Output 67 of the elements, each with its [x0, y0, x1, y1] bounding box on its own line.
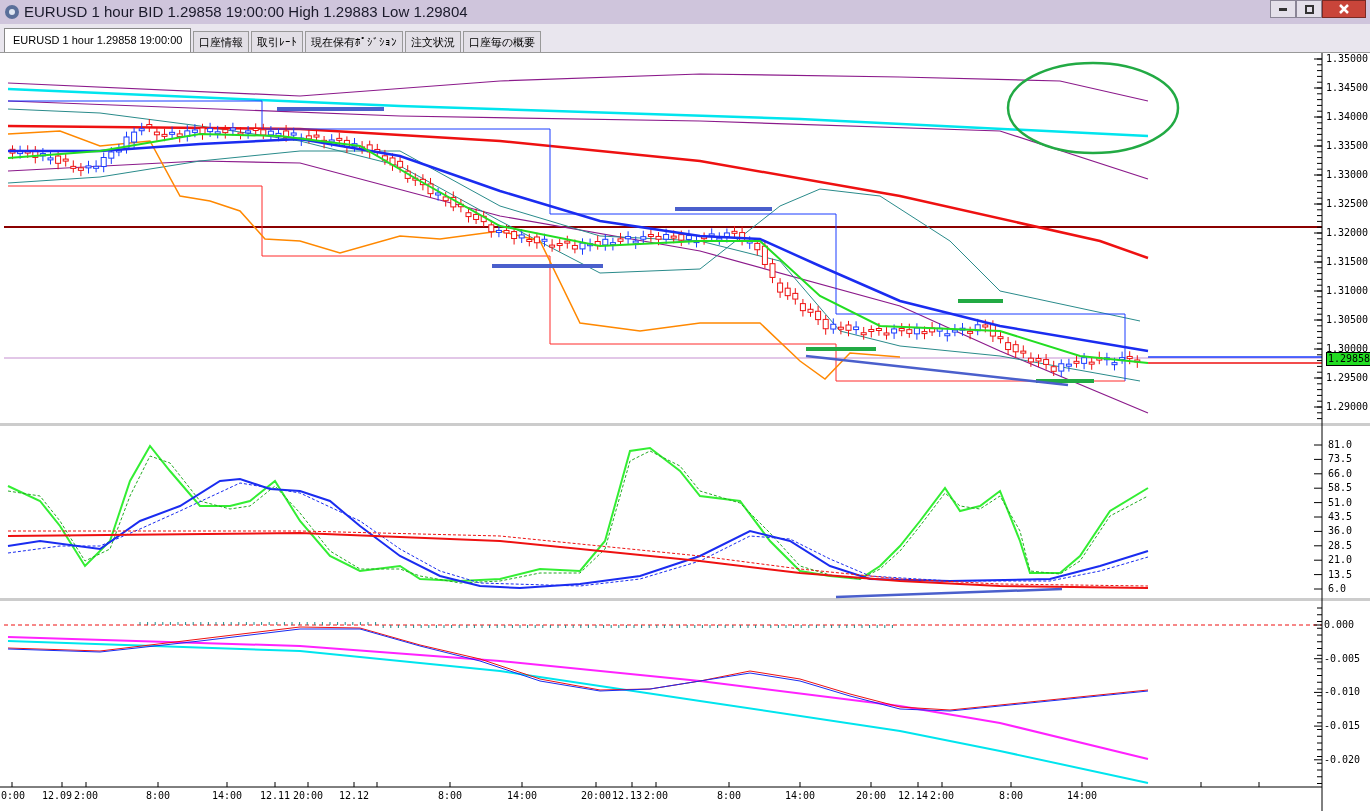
price-label: 1.30500	[1326, 314, 1369, 326]
price-label: 1.33000	[1326, 169, 1369, 181]
tab[interactable]: 注文状況	[405, 31, 462, 52]
time-label: 14:00	[784, 790, 816, 802]
price-label: 1.31000	[1326, 285, 1369, 297]
time-label: 2:00	[644, 790, 669, 802]
time-label: 14:00	[506, 790, 538, 802]
macd-label: -0.005	[1324, 652, 1361, 665]
time-label: 20:00	[580, 790, 612, 802]
restore-icon	[1304, 4, 1314, 14]
close-icon	[1339, 4, 1349, 14]
time-label: 14:00	[1066, 790, 1098, 802]
minimize-icon	[1279, 7, 1287, 11]
window-title: EURUSD 1 hour BID 1.29858 19:00:00 High 1.29883 Low 1.29804	[24, 1, 468, 22]
time-label: 20:00	[292, 790, 324, 802]
app-logo-icon	[4, 4, 20, 20]
time-label: 8:00	[145, 790, 171, 802]
time-label: 8:00	[998, 790, 1024, 802]
tab[interactable]: 現在保有ﾎﾟｼﾞｼｮﾝ	[305, 31, 404, 52]
tab[interactable]: 口座毎の概要	[463, 31, 542, 52]
level-marker	[806, 347, 876, 351]
tab[interactable]: 口座情報	[193, 31, 250, 52]
price-label: 1.33500	[1326, 140, 1369, 152]
oscillator-label: 51.0	[1328, 496, 1353, 509]
tab[interactable]: 取引ﾚｰﾄ	[251, 31, 304, 52]
macd-label: 0.000	[1324, 619, 1355, 631]
minimize-button[interactable]	[1270, 0, 1296, 18]
time-label: 2:00	[74, 790, 99, 802]
level-marker	[958, 299, 1003, 303]
time-label: 12.09	[41, 790, 72, 802]
time-label: 14:00	[211, 790, 243, 802]
price-label: 1.35000	[1326, 53, 1369, 65]
price-label: 1.34500	[1326, 82, 1369, 94]
price-label: 1.29500	[1326, 372, 1369, 384]
time-label: 12.11	[259, 790, 291, 802]
oscillator-label: 21.0	[1328, 554, 1353, 567]
level-marker	[1036, 379, 1094, 383]
oscillator-label: 36.0	[1328, 525, 1353, 538]
oscillator-label: 28.5	[1328, 539, 1353, 552]
price-label: 1.31500	[1326, 256, 1369, 268]
restore-button[interactable]	[1296, 0, 1322, 18]
price-label: 1.32500	[1326, 198, 1369, 210]
price-label: 1.34000	[1326, 111, 1369, 123]
price-label: 1.29000	[1326, 401, 1369, 413]
price-label: 1.30000	[1326, 343, 1369, 354]
oscillator-label: 13.5	[1328, 568, 1353, 581]
time-label: 12.14	[897, 790, 928, 802]
time-label: 20:00	[855, 790, 887, 802]
time-label: 8:00	[437, 790, 463, 802]
current-price-label: 1.29858	[1326, 352, 1370, 366]
oscillator-label: 66.0	[1328, 467, 1353, 480]
macd-label: -0.020	[1324, 753, 1361, 766]
time-label: 8:00	[716, 790, 742, 802]
close-button[interactable]	[1322, 0, 1366, 18]
macd-label: -0.010	[1324, 686, 1361, 699]
time-label: 0:00	[1, 790, 26, 802]
macd-label: -0.015	[1324, 720, 1361, 733]
tab[interactable]: EURUSD 1 hour 1.29858 19:00:00	[4, 28, 192, 52]
oscillator-label: 43.5	[1328, 511, 1353, 523]
oscillator-label: 81.0	[1328, 439, 1353, 451]
time-label: 2:00	[930, 790, 955, 802]
time-label: 12.12	[338, 790, 370, 802]
time-label: 12.13	[611, 790, 642, 802]
oscillator-label: 6.0	[1328, 583, 1347, 595]
oscillator-label: 58.5	[1328, 482, 1353, 495]
oscillator-label: 73.5	[1328, 453, 1353, 466]
price-label: 1.32000	[1326, 227, 1369, 239]
